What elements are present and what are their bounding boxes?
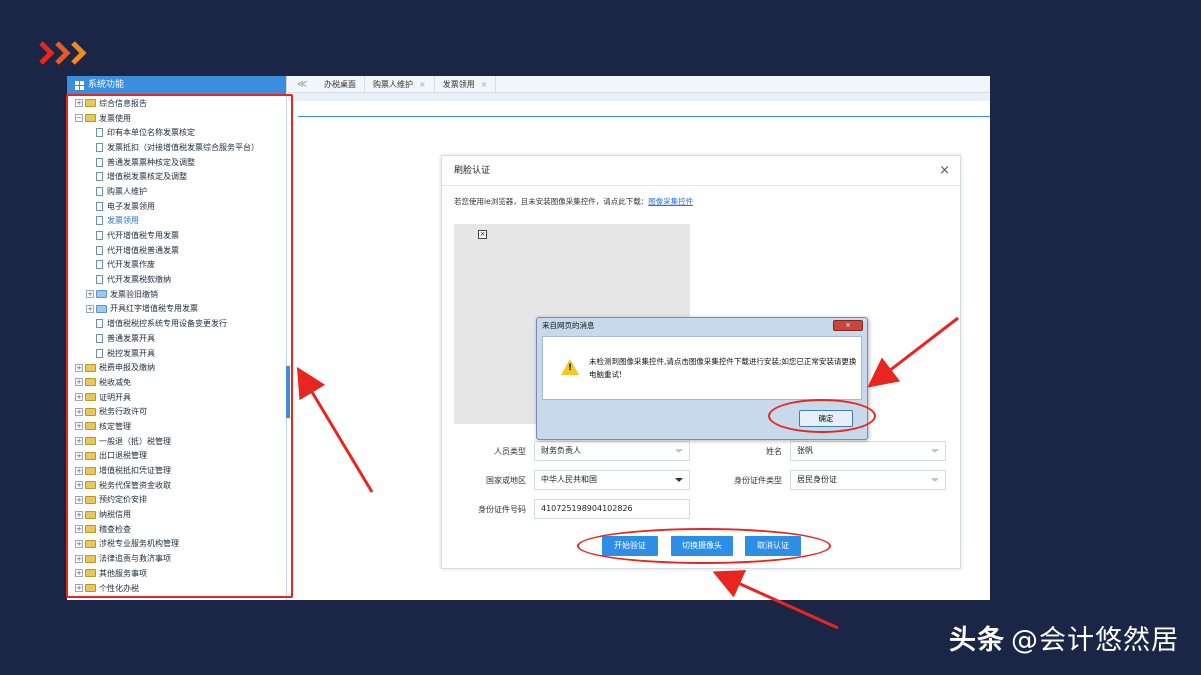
chevron-down-icon: [675, 449, 683, 453]
id-type-select[interactable]: 居民身份证: [790, 470, 946, 490]
person-type-value: 财务负责人: [541, 446, 581, 455]
chevron-down-icon: [675, 478, 683, 482]
name-row: 姓名 张帆: [704, 441, 946, 461]
chevron-down-icon: [931, 478, 939, 482]
id-type-label: 身份证件类型: [734, 475, 782, 485]
tab-invoice-claim[interactable]: 发票领用 ×: [435, 76, 497, 93]
id-type-row: 身份证件类型 居民身份证: [704, 470, 946, 490]
id-number-value: 410725198904102826: [541, 504, 633, 513]
tab-buyer-maintenance[interactable]: 购票人维护 ×: [365, 76, 435, 93]
tabs-prev-button[interactable]: ≪: [288, 79, 316, 90]
download-hint: 若您使用ie浏览器，且未安装图像采集控件，请点此下载：图像采集控件: [454, 196, 693, 207]
tab-label: 购票人维护: [373, 79, 413, 89]
tab-close-icon[interactable]: ×: [481, 76, 488, 93]
message-box-title: 来自网页的消息: [542, 321, 595, 330]
tree-header-title: 系统功能: [88, 80, 125, 90]
warning-icon: !: [561, 359, 579, 375]
dialog-title-bar: 刷脸认证 ×: [442, 156, 960, 186]
country-select[interactable]: 中华人民共和国: [534, 470, 690, 490]
annotation-buttons-highlight: [577, 528, 831, 564]
country-value: 中华人民共和国: [541, 475, 597, 484]
close-icon[interactable]: ×: [939, 156, 950, 186]
message-box-text: 未检测到图像采集控件,请点击图像采集控件下载进行安装;如您已正常安装请更换电脑重…: [589, 357, 857, 379]
annotation-tree-highlight: [66, 94, 293, 598]
person-type-select[interactable]: 财务负责人: [534, 441, 690, 461]
message-box-title-bar: 来自网页的消息 ×: [537, 318, 867, 334]
tree-header: 系统功能: [67, 76, 286, 94]
name-select[interactable]: 张帆: [790, 441, 946, 461]
watermark: 头条 @会计悠然居: [949, 618, 1179, 657]
id-number-row: 身份证件号码 410725198904102826: [454, 499, 690, 519]
person-type-row: 人员类型 财务负责人: [454, 441, 690, 461]
person-type-label: 人员类型: [494, 446, 526, 456]
grid-icon: [75, 80, 84, 90]
broken-image-icon: ×: [478, 230, 487, 239]
tab-close-icon[interactable]: ×: [419, 76, 426, 93]
chevron-down-icon: [931, 449, 939, 453]
name-label: 姓名: [766, 446, 782, 456]
chevrons-logo-icon: [39, 41, 87, 65]
download-control-link[interactable]: 图像采集控件: [648, 197, 693, 206]
close-icon[interactable]: ×: [833, 320, 863, 331]
watermark-handle: @会计悠然居: [1011, 625, 1179, 656]
id-number-label: 身份证件号码: [478, 504, 526, 514]
watermark-brand: 头条: [949, 625, 1005, 656]
country-label: 国家或地区: [486, 475, 526, 485]
hint-text: 若您使用ie浏览器，且未安装图像采集控件，请点此下载：: [454, 197, 649, 206]
tab-label: 办税桌面: [324, 79, 356, 89]
tab-subbar: [288, 93, 990, 101]
message-box-body: ! 未检测到图像采集控件,请点击图像采集控件下载进行安装;如您已正常安装请更换电…: [542, 336, 862, 400]
annotation-ok-highlight: [768, 399, 876, 433]
tab-desktop[interactable]: 办税桌面: [316, 76, 365, 93]
tab-bar: ≪ 办税桌面 购票人维护 × 发票领用 ×: [288, 76, 990, 93]
tab-label: 发票领用: [442, 79, 475, 89]
name-value: 张帆: [797, 446, 813, 455]
id-number-field[interactable]: 410725198904102826: [534, 499, 690, 519]
country-row: 国家或地区 中华人民共和国: [454, 470, 690, 490]
dialog-title: 刷脸认证: [454, 166, 491, 176]
id-type-value: 居民身份证: [797, 475, 837, 484]
